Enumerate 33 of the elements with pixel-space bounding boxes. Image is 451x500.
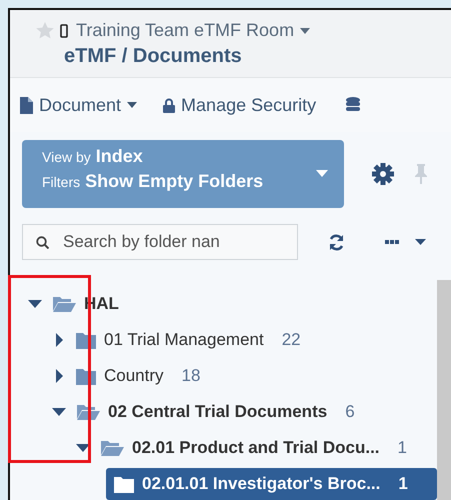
caret-down-icon[interactable] — [28, 299, 42, 309]
caret-right-icon[interactable] — [54, 333, 64, 347]
refresh-icon[interactable] — [328, 234, 345, 250]
tree-item[interactable]: 02.01.01 Investigator's Broc... 1 — [106, 468, 438, 500]
database-icon[interactable] — [346, 96, 360, 114]
lock-icon — [163, 98, 176, 112]
tree-item[interactable]: 02.01 Product and Trial Docu... 1 — [96, 432, 438, 464]
scrollbar[interactable] — [437, 280, 451, 500]
caret-down-icon[interactable] — [300, 28, 310, 34]
folder-icon — [114, 476, 134, 492]
open-folder-icon — [52, 295, 76, 313]
search-icon — [36, 236, 49, 249]
more-icon[interactable] — [385, 240, 399, 244]
phone-icon — [60, 24, 68, 38]
caret-down-icon[interactable] — [415, 239, 426, 245]
tree-item[interactable]: 01 Trial Management 22 — [72, 324, 438, 356]
settings-icon[interactable] — [372, 163, 394, 185]
star-icon[interactable] — [36, 22, 54, 39]
caret-down-icon — [316, 170, 328, 177]
caret-down-icon[interactable] — [52, 407, 66, 417]
search-field[interactable]: Search by folder nan — [22, 224, 298, 260]
caret-right-icon[interactable] — [54, 369, 64, 383]
caret-down-icon[interactable] — [76, 443, 90, 453]
open-folder-icon — [76, 403, 100, 421]
document-menu-button[interactable]: Document — [20, 94, 138, 116]
tree-item[interactable]: 02 Central Trial Documents 6 — [72, 396, 438, 428]
open-folder-icon — [100, 439, 124, 457]
breadcrumb: eTMF / Documents — [64, 45, 243, 68]
tree-item[interactable]: Country 18 — [72, 360, 438, 392]
room-title[interactable]: Training Team eTMF Room — [76, 20, 294, 41]
document-icon — [20, 96, 33, 114]
caret-down-icon — [127, 102, 138, 108]
manage-security-button[interactable]: Manage Security — [163, 94, 316, 116]
